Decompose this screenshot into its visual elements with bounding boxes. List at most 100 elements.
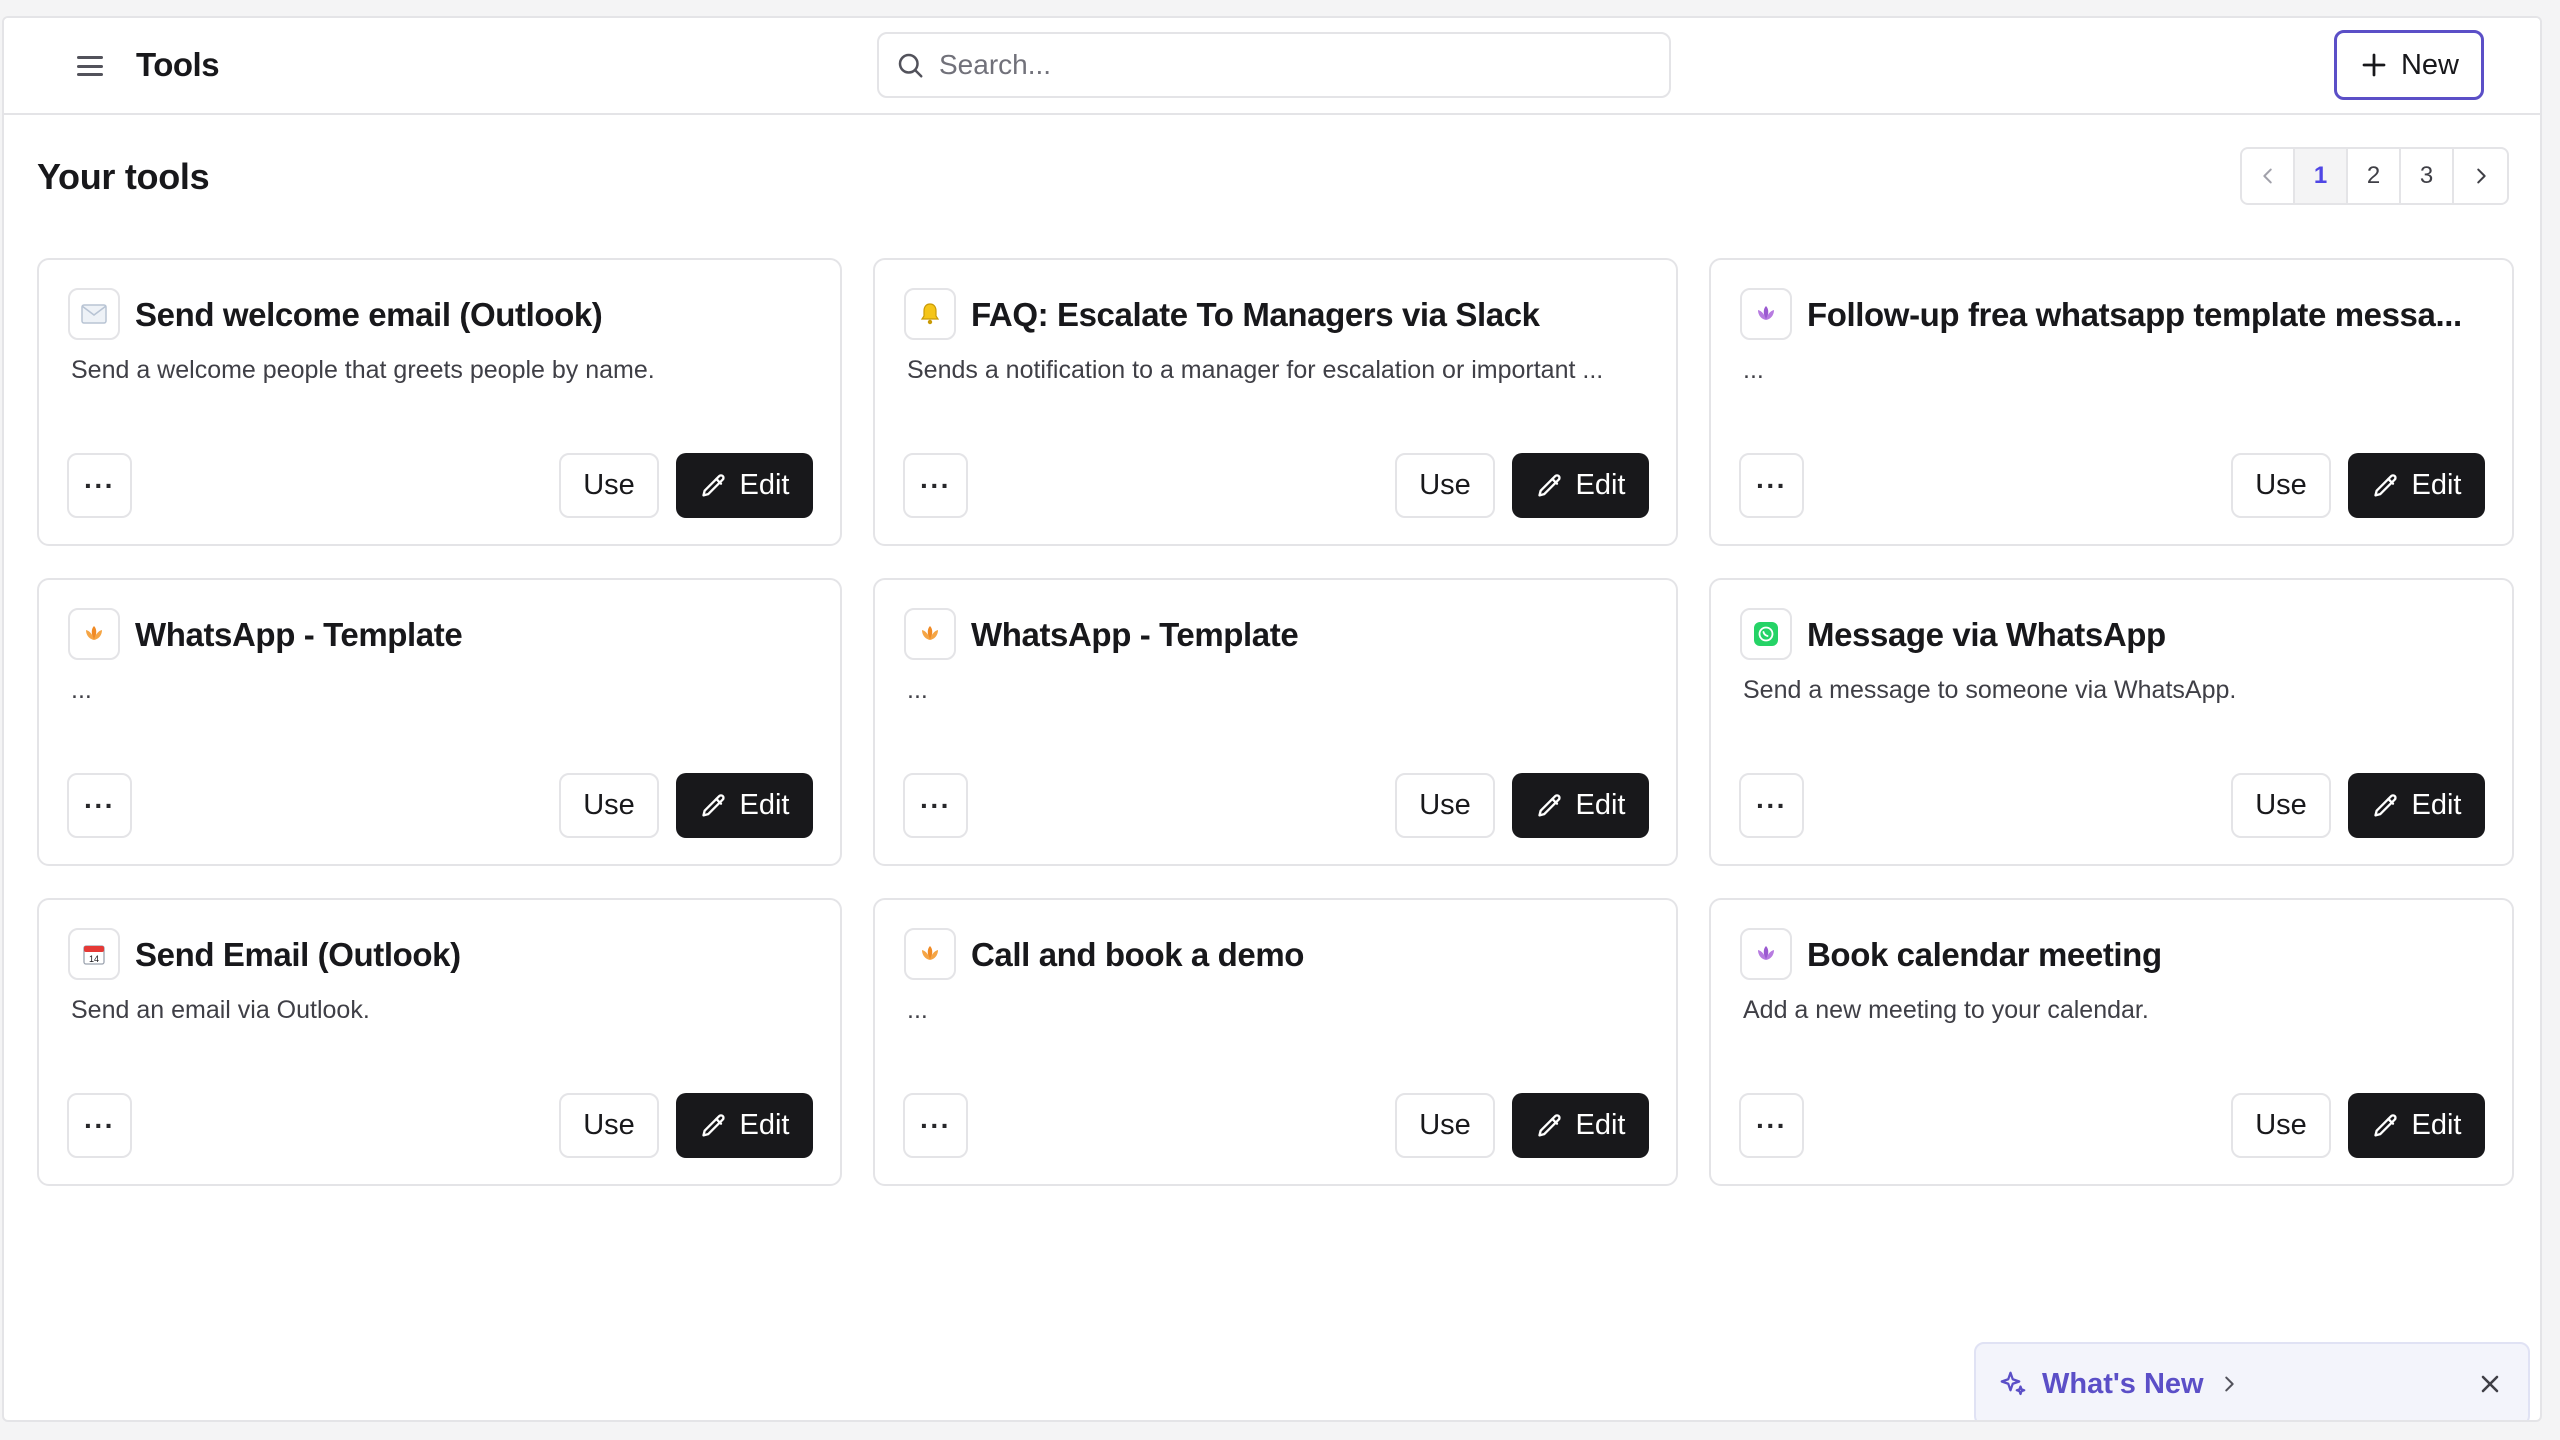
use-button[interactable]: Use xyxy=(2231,1093,2331,1158)
next-page-button[interactable] xyxy=(2454,149,2507,203)
prev-page-button[interactable] xyxy=(2242,149,2295,203)
use-button[interactable]: Use xyxy=(1395,1093,1495,1158)
tool-description: Sends a notification to a manager for es… xyxy=(907,356,1604,384)
page-3-button[interactable]: 3 xyxy=(2401,149,2454,203)
more-options-button[interactable]: ··· xyxy=(1739,773,1804,838)
tool-description: ... xyxy=(1743,356,1764,384)
pencil-icon xyxy=(701,793,725,816)
edit-button[interactable]: Edit xyxy=(676,1093,813,1158)
tool-title: Send welcome email (Outlook) xyxy=(135,296,603,333)
use-button[interactable]: Use xyxy=(2231,453,2331,518)
pencil-icon xyxy=(1537,1113,1561,1136)
page-title: Tools xyxy=(136,46,220,83)
edit-label: Edit xyxy=(739,469,790,501)
tool-card: Book calendar meeting Add a new meeting … xyxy=(1709,898,2514,1186)
new-tool-button[interactable]: New xyxy=(2334,30,2484,100)
calendar-icon: 14 xyxy=(68,928,120,980)
orange-flame-icon xyxy=(904,928,956,980)
use-button[interactable]: Use xyxy=(1395,773,1495,838)
plus-icon xyxy=(2362,53,2386,77)
more-options-button[interactable]: ··· xyxy=(903,1093,968,1158)
more-options-button[interactable]: ··· xyxy=(67,773,132,838)
tool-card: WhatsApp - Template ... ··· Use Edit xyxy=(37,578,842,866)
edit-label: Edit xyxy=(1575,469,1626,501)
edit-label: Edit xyxy=(1575,789,1626,821)
tool-title: Send Email (Outlook) xyxy=(135,936,461,973)
pencil-icon xyxy=(1537,793,1561,816)
edit-button[interactable]: Edit xyxy=(676,773,813,838)
pencil-icon xyxy=(701,1113,725,1136)
tool-title: FAQ: Escalate To Managers via Slack xyxy=(971,296,1540,333)
edit-label: Edit xyxy=(2411,469,2462,501)
edit-button[interactable]: Edit xyxy=(2348,1093,2485,1158)
orange-flame-icon xyxy=(68,608,120,660)
pencil-icon xyxy=(2373,473,2397,496)
tool-card: Message via WhatsApp Send a message to s… xyxy=(1709,578,2514,866)
edit-label: Edit xyxy=(739,789,790,821)
use-button[interactable]: Use xyxy=(2231,773,2331,838)
edit-button[interactable]: Edit xyxy=(1512,1093,1649,1158)
more-options-button[interactable]: ··· xyxy=(1739,1093,1804,1158)
chevron-left-icon xyxy=(2262,168,2272,184)
tool-card: FAQ: Escalate To Managers via Slack Send… xyxy=(873,258,1678,546)
whatsapp-icon xyxy=(1740,608,1792,660)
tool-card: Send welcome email (Outlook) Send a welc… xyxy=(37,258,842,546)
section-title: Your tools xyxy=(37,156,210,197)
tool-card: 14 Send Email (Outlook) Send an email vi… xyxy=(37,898,842,1186)
edit-button[interactable]: Edit xyxy=(2348,773,2485,838)
hamburger-menu-icon[interactable] xyxy=(72,51,108,81)
search-box[interactable] xyxy=(877,32,1671,98)
top-bar: Tools New xyxy=(4,18,2540,115)
use-button[interactable]: Use xyxy=(559,773,659,838)
use-button[interactable]: Use xyxy=(559,1093,659,1158)
sparkle-icon xyxy=(2000,1371,2026,1396)
pencil-icon xyxy=(701,473,725,496)
tool-description: Send an email via Outlook. xyxy=(71,996,370,1024)
more-options-button[interactable]: ··· xyxy=(903,453,968,518)
pencil-icon xyxy=(1537,473,1561,496)
more-options-button[interactable]: ··· xyxy=(1739,453,1804,518)
edit-button[interactable]: Edit xyxy=(676,453,813,518)
edit-button[interactable]: Edit xyxy=(1512,773,1649,838)
use-button[interactable]: Use xyxy=(559,453,659,518)
edit-label: Edit xyxy=(1575,1109,1626,1141)
tool-description: ... xyxy=(71,676,92,704)
edit-label: Edit xyxy=(2411,789,2462,821)
whats-new-link[interactable]: What's New xyxy=(2042,1368,2204,1401)
page-2-button[interactable]: 2 xyxy=(2348,149,2401,203)
edit-button[interactable]: Edit xyxy=(1512,453,1649,518)
svg-text:14: 14 xyxy=(89,954,99,964)
tool-card: Follow-up frea whatsapp template messa..… xyxy=(1709,258,2514,546)
tool-card: Call and book a demo ... ··· Use Edit xyxy=(873,898,1678,1186)
close-icon[interactable] xyxy=(2476,1370,2504,1398)
chevron-right-icon xyxy=(2476,168,2486,184)
use-button[interactable]: Use xyxy=(1395,453,1495,518)
tool-card: WhatsApp - Template ... ··· Use Edit xyxy=(873,578,1678,866)
tool-title: Message via WhatsApp xyxy=(1807,616,2166,653)
tool-title: Call and book a demo xyxy=(971,936,1305,973)
tool-description: Add a new meeting to your calendar. xyxy=(1743,996,2149,1024)
tool-description: ... xyxy=(907,996,928,1024)
envelope-icon xyxy=(68,288,120,340)
search-input[interactable] xyxy=(939,49,1639,81)
chevron-right-icon[interactable] xyxy=(2218,1373,2240,1395)
purple-lotus-icon xyxy=(1740,288,1792,340)
tool-title: Book calendar meeting xyxy=(1807,936,2162,973)
page-1-button[interactable]: 1 xyxy=(2295,149,2348,203)
tools-grid: Send welcome email (Outlook) Send a welc… xyxy=(37,258,2514,1186)
pencil-icon xyxy=(2373,1113,2397,1136)
pencil-icon xyxy=(2373,793,2397,816)
whats-new-banner: What's New xyxy=(1974,1342,2530,1420)
pagination: 1 2 3 xyxy=(2240,147,2509,205)
edit-button[interactable]: Edit xyxy=(2348,453,2485,518)
search-icon xyxy=(898,53,923,78)
more-options-button[interactable]: ··· xyxy=(67,453,132,518)
tool-title: Follow-up frea whatsapp template messa..… xyxy=(1807,296,2462,333)
orange-flame-icon xyxy=(904,608,956,660)
more-options-button[interactable]: ··· xyxy=(903,773,968,838)
app-window: Tools New Your tools 1 2 3 Send welcome … xyxy=(2,16,2542,1422)
tool-title: WhatsApp - Template xyxy=(135,616,463,653)
more-options-button[interactable]: ··· xyxy=(67,1093,132,1158)
tool-description: Send a message to someone via WhatsApp. xyxy=(1743,676,2237,704)
bell-icon xyxy=(904,288,956,340)
